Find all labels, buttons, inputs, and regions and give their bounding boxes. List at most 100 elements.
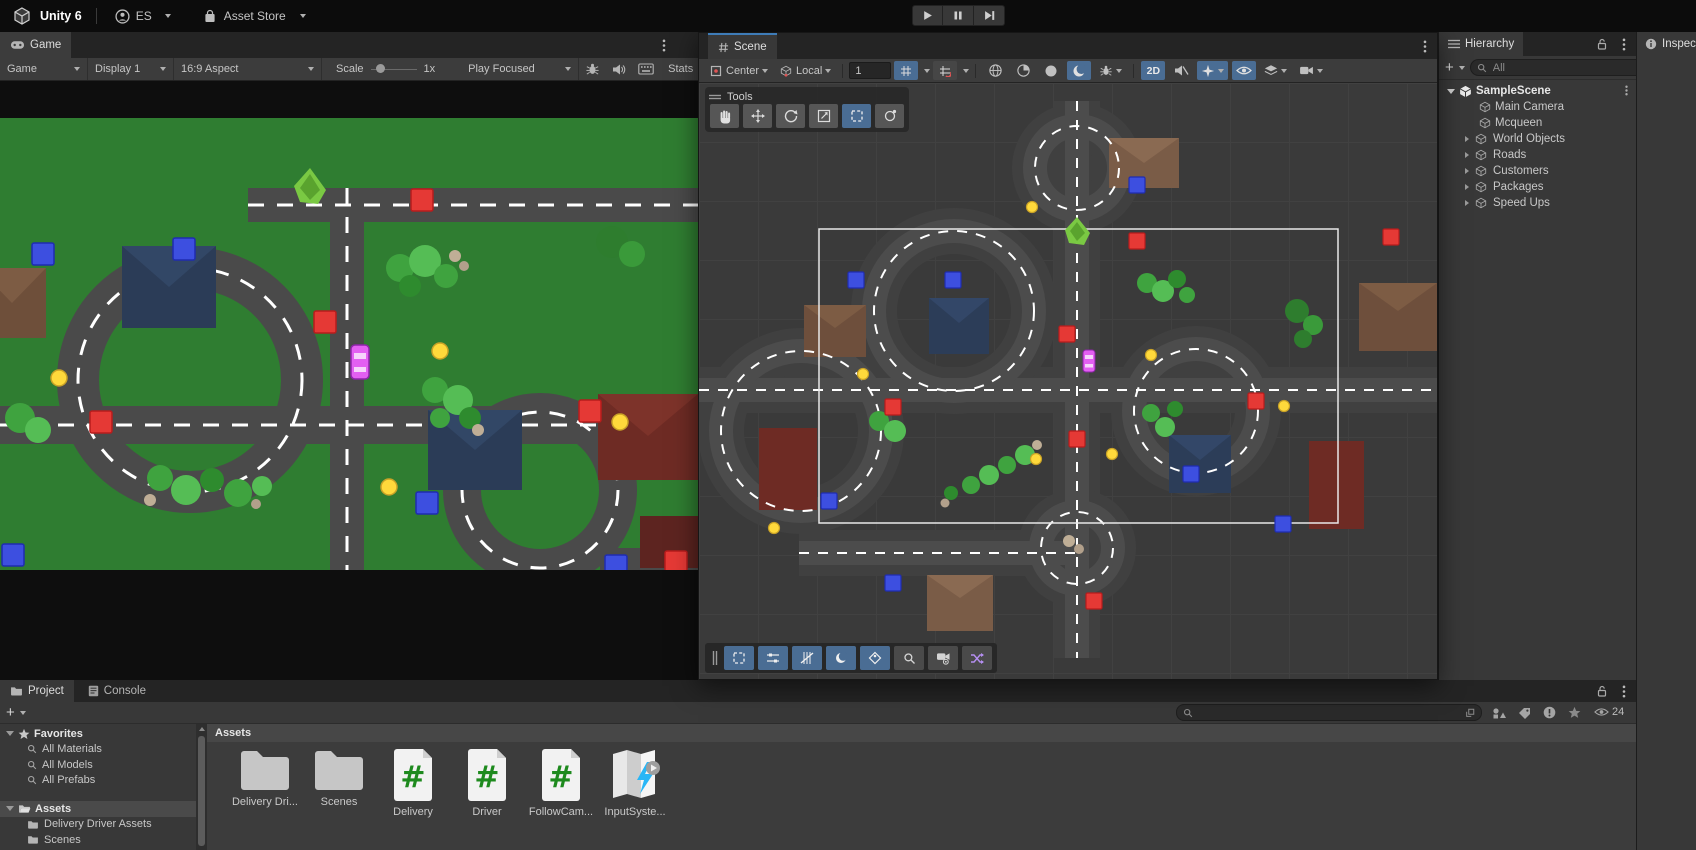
view-options-toggle[interactable] [758, 646, 788, 670]
custom-tools-button[interactable] [875, 104, 904, 128]
search-toggle[interactable] [894, 646, 924, 670]
tab-game[interactable]: Game [0, 32, 71, 58]
lock-icon[interactable] [1596, 38, 1608, 50]
snap-settings-caret-icon[interactable] [963, 69, 969, 73]
expand-caret-icon[interactable] [1447, 89, 1455, 94]
bug-icon[interactable] [579, 58, 606, 80]
favorite-item[interactable]: All Prefabs [0, 773, 196, 789]
scene-kebab-icon[interactable] [1625, 85, 1628, 96]
log-warning-icon[interactable] [1543, 706, 1556, 719]
tab-hierarchy[interactable]: Hierarchy [1439, 32, 1523, 56]
hierarchy-row[interactable]: Customers [1439, 163, 1636, 179]
favorite-item[interactable]: All Models [0, 757, 196, 773]
randomize-toggle[interactable] [962, 646, 992, 670]
hierarchy-row[interactable]: Main Camera [1439, 99, 1636, 115]
project-search[interactable] [1176, 704, 1482, 721]
favorites-root[interactable]: Favorites [0, 726, 196, 742]
camera-settings-toggle[interactable] [928, 646, 958, 670]
search-by-type-icon[interactable] [1492, 707, 1506, 719]
scale-tool-button[interactable] [809, 104, 838, 128]
rect-tool-button[interactable] [842, 104, 871, 128]
rotate-tool-button[interactable] [776, 104, 805, 128]
search-by-label-icon[interactable] [1518, 707, 1531, 719]
scroll-up-icon[interactable] [199, 727, 205, 731]
hierarchy-row[interactable]: Speed Ups [1439, 195, 1636, 211]
display-dropdown[interactable]: Display 1 [88, 58, 174, 80]
stats-button[interactable]: Stats [660, 58, 701, 80]
pause-button[interactable] [943, 5, 974, 26]
asset-input-actions[interactable]: InputSyste... [599, 748, 671, 818]
expand-caret-icon[interactable] [1465, 152, 1469, 158]
asset-folder[interactable]: Delivery Dri... [229, 748, 301, 808]
assets-breadcrumb[interactable]: Assets [207, 724, 1636, 742]
scene-panel-kebab-icon[interactable] [1423, 40, 1427, 53]
project-kebab-icon[interactable] [1622, 685, 1626, 698]
play-focused-dropdown[interactable]: Play Focused [461, 58, 579, 80]
scene-visibility-toggle[interactable] [1232, 61, 1256, 80]
game-target-dropdown[interactable]: Game [0, 58, 88, 80]
create-object-button[interactable]: + [1445, 62, 1465, 74]
asset-folder[interactable]: Scenes [303, 748, 375, 808]
scene-lighting-toggle[interactable] [1011, 61, 1035, 80]
speaker-icon[interactable] [606, 58, 632, 80]
drag-handle-icon[interactable] [709, 94, 721, 100]
pivot-dropdown[interactable]: Center [706, 61, 772, 80]
scene-viewport[interactable]: Tools [699, 83, 1437, 679]
favorites-star-icon[interactable] [1568, 706, 1581, 719]
layers-dropdown[interactable] [1260, 61, 1291, 80]
camera-overlay-dropdown[interactable] [1295, 61, 1327, 80]
fx-toggle[interactable] [860, 646, 890, 670]
keyboard-icon[interactable] [632, 58, 660, 80]
search-flyout-icon[interactable] [1465, 708, 1475, 718]
audio-mute-toggle[interactable] [1169, 61, 1193, 80]
hierarchy-row[interactable]: Roads [1439, 147, 1636, 163]
hierarchy-row[interactable]: Mcqueen [1439, 115, 1636, 131]
scene-effects-toggle[interactable] [1067, 61, 1091, 80]
grid-visibility-toggle[interactable] [792, 646, 822, 670]
drag-handle-icon[interactable] [712, 651, 718, 665]
hierarchy-row[interactable]: Packages [1439, 179, 1636, 195]
assets-root[interactable]: Assets [0, 801, 196, 817]
asset-script[interactable]: # Driver [451, 748, 523, 818]
orientation-dropdown[interactable]: Local [776, 61, 835, 80]
tools-overlay-header[interactable]: Tools [709, 89, 905, 104]
hierarchy-row-samplescene[interactable]: SampleScene [1439, 83, 1636, 99]
selection-outline-toggle[interactable] [724, 646, 754, 670]
grid-snap-toggle[interactable] [894, 61, 918, 80]
grid-snap-caret-icon[interactable] [924, 69, 930, 73]
tab-inspector[interactable]: Inspector [1637, 32, 1696, 56]
scale-slider-knob[interactable] [376, 64, 385, 73]
scale-slider[interactable] [371, 64, 417, 74]
expand-caret-icon[interactable] [1465, 200, 1469, 206]
play-button[interactable] [912, 5, 943, 26]
mode-2d-toggle[interactable]: 2D [1141, 61, 1165, 80]
expand-caret-icon[interactable] [1465, 136, 1469, 142]
asset-script[interactable]: # Delivery [377, 748, 449, 818]
folder-item[interactable]: Scenes [0, 832, 196, 848]
asset-store-menu[interactable]: Asset Store [203, 9, 306, 24]
asset-script[interactable]: # FollowCam... [525, 748, 597, 818]
hierarchy-search-input[interactable] [1491, 61, 1637, 75]
expand-caret-icon[interactable] [1465, 168, 1469, 174]
expand-caret-icon[interactable] [1465, 184, 1469, 190]
snap-settings-toggle[interactable] [933, 61, 957, 80]
project-search-input[interactable] [1197, 706, 1461, 720]
hierarchy-row[interactable]: World Objects [1439, 131, 1636, 147]
effects-dropdown[interactable] [1197, 61, 1228, 80]
folder-item[interactable]: Delivery Driver Assets [0, 817, 196, 833]
scrollbar-thumb[interactable] [198, 736, 205, 846]
scene-debug-dropdown[interactable] [1095, 61, 1126, 80]
hand-tool-button[interactable] [710, 104, 739, 128]
game-panel-kebab-icon[interactable] [662, 39, 666, 52]
move-tool-button[interactable] [743, 104, 772, 128]
tab-console[interactable]: Console [78, 680, 156, 702]
tab-scene[interactable]: Scene [708, 33, 777, 59]
expand-caret-icon[interactable] [6, 731, 14, 736]
snap-increment-field[interactable]: 1 [849, 62, 891, 79]
lighting-toggle[interactable] [826, 646, 856, 670]
step-button[interactable] [974, 5, 1005, 26]
aspect-dropdown[interactable]: 16:9 Aspect [174, 58, 322, 80]
tab-project[interactable]: Project [0, 680, 74, 702]
visible-count[interactable]: 24 [1594, 706, 1624, 718]
account-menu[interactable]: ES [111, 9, 175, 24]
